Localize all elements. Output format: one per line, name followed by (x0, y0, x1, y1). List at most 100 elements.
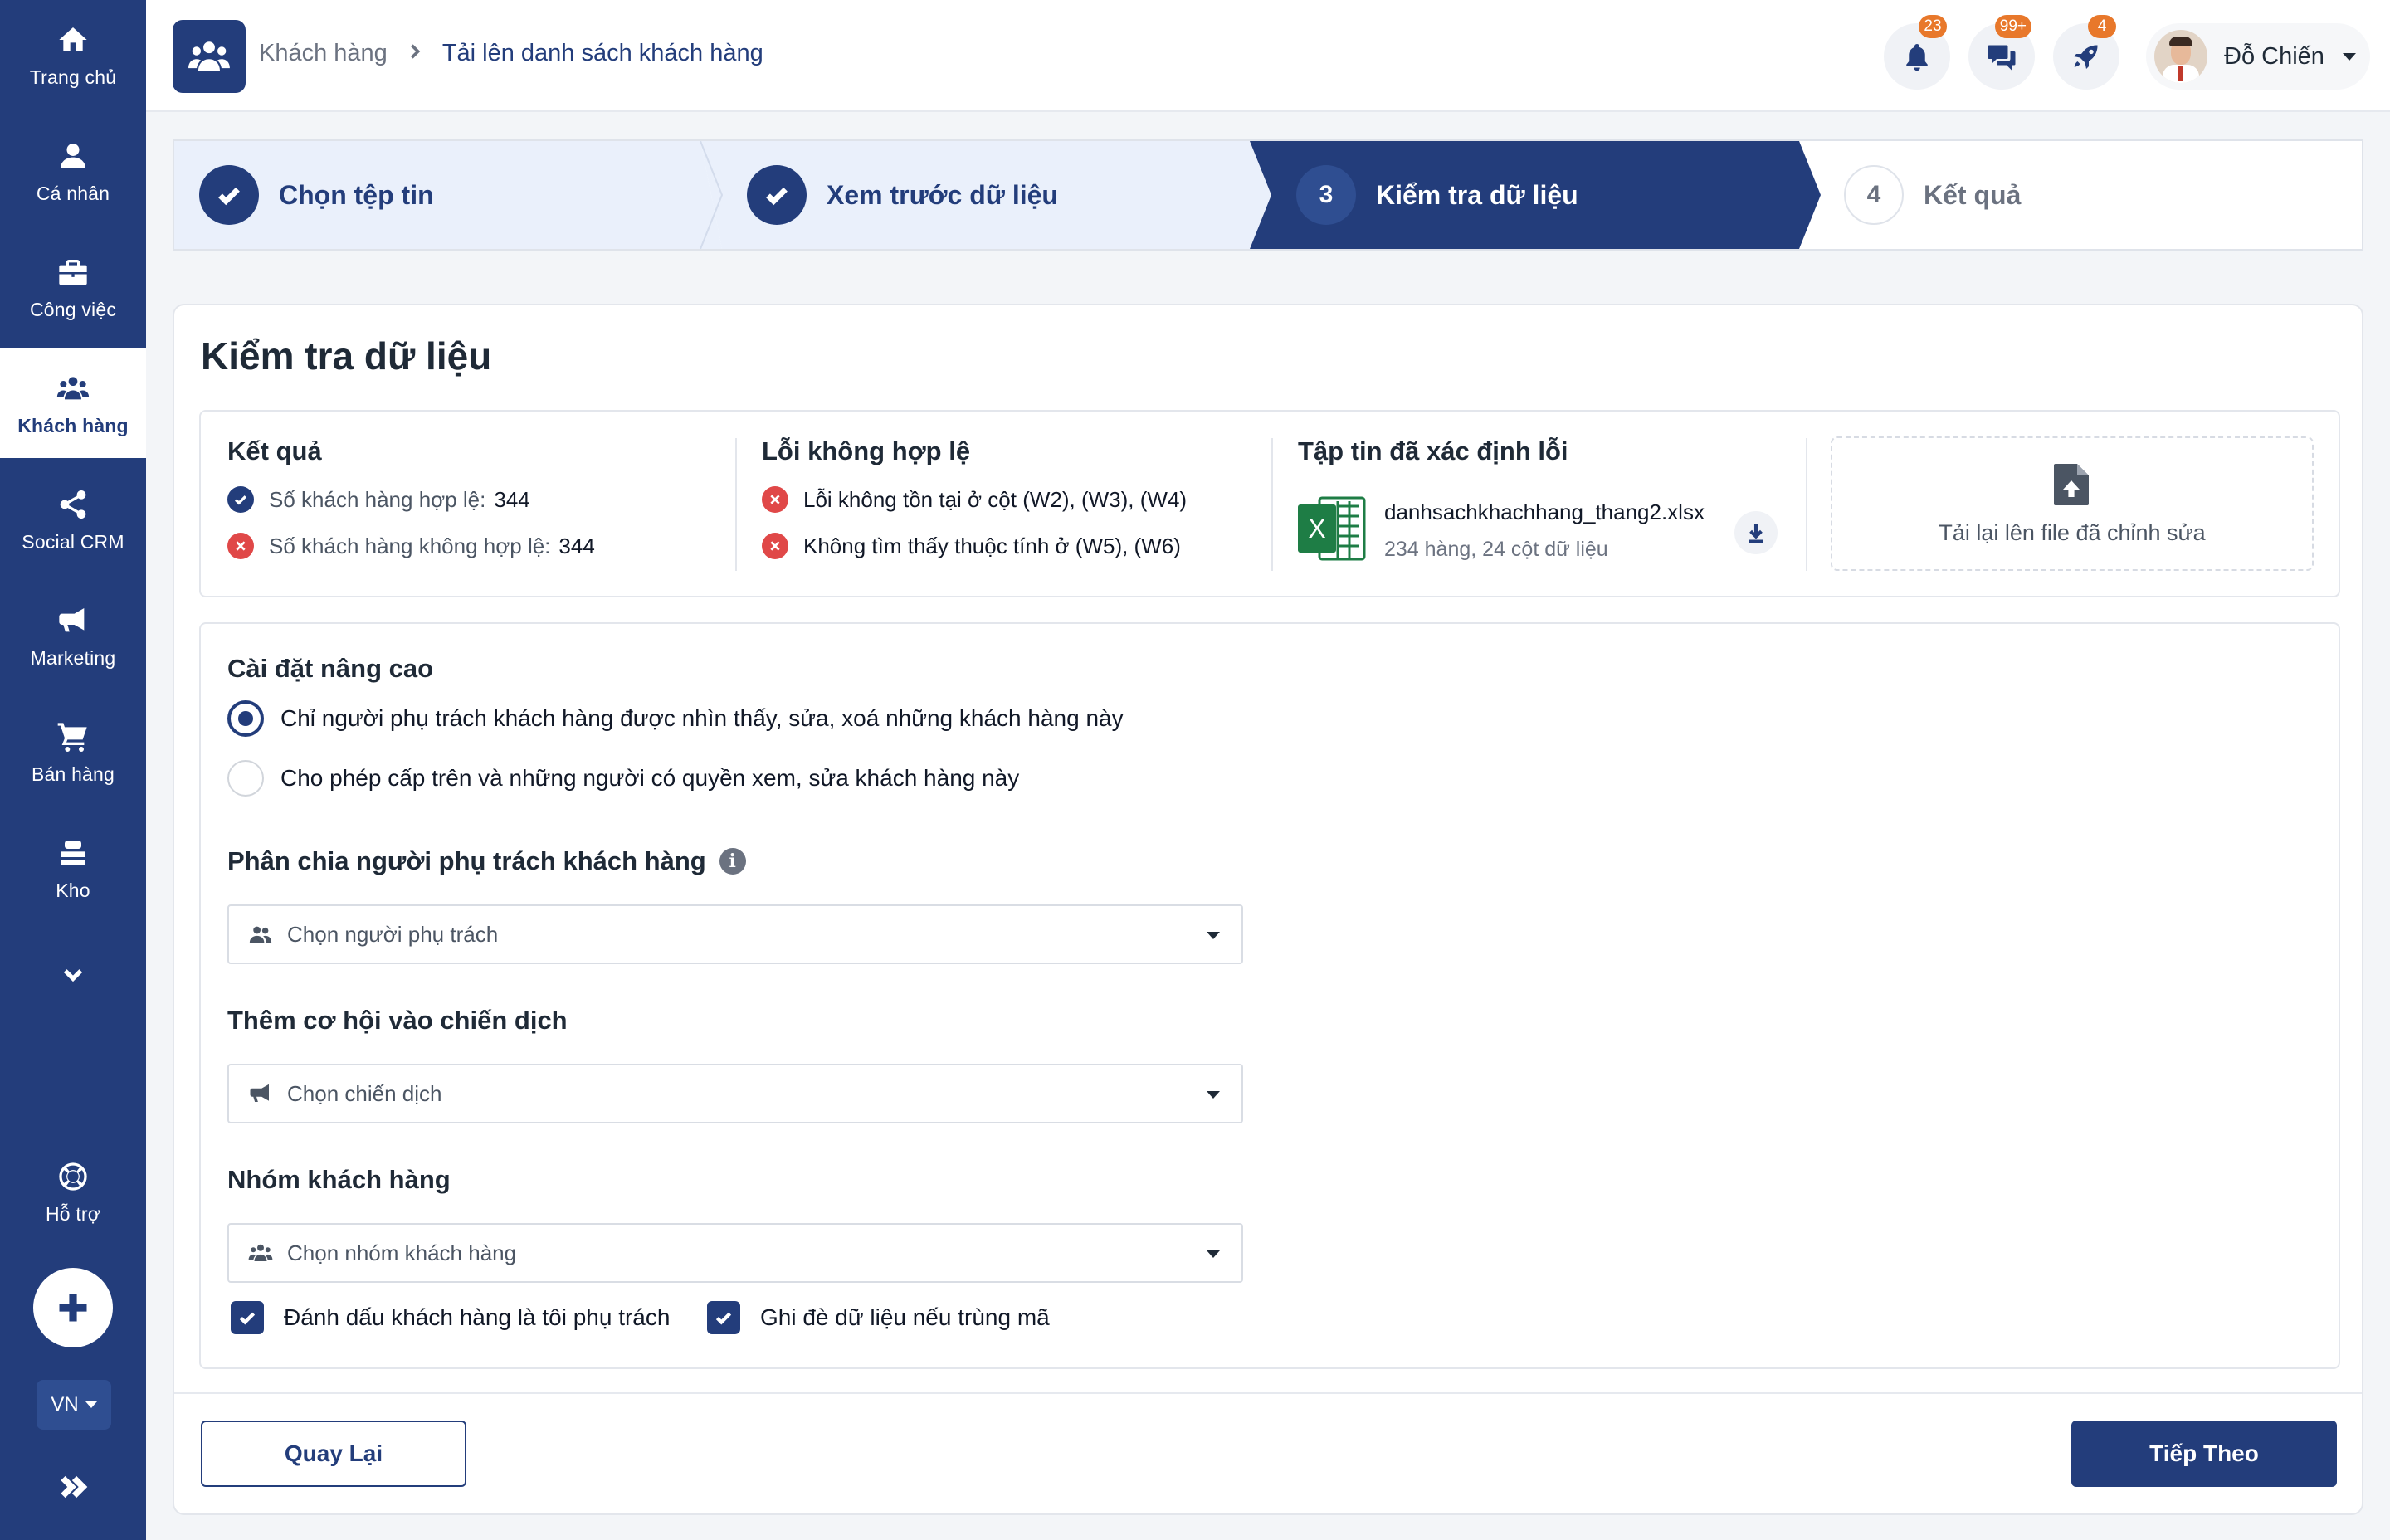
sidebar-item-support[interactable]: Hỗ trợ (0, 1137, 146, 1246)
invalid-label: Số khách hàng không hợp lệ: (269, 533, 551, 558)
download-error-file-button[interactable] (1734, 511, 1778, 554)
caret-down-icon (1207, 932, 1220, 939)
sidebar-item-home[interactable]: Trang chủ (0, 0, 146, 110)
activity-button[interactable]: 4 (2053, 15, 2119, 90)
sidebar: Trang chủ Cá nhân Công việc Khách hàng S… (0, 0, 146, 1540)
sidebar-item-label: Công việc (29, 298, 117, 320)
sidebar-item-customers[interactable]: Khách hàng (0, 348, 146, 458)
sidebar-item-label: Cá nhân (36, 182, 110, 204)
campaign-select[interactable]: Chọn chiến dịch (227, 1064, 1243, 1123)
check-icon (747, 165, 807, 225)
error-file-name[interactable]: danhsachkhachhang_thang2.xlsx (1384, 500, 1705, 525)
user-menu[interactable]: Đỗ Chiến (2146, 23, 2370, 90)
result-title: Kết quả (227, 436, 322, 465)
cart-icon (55, 719, 91, 755)
messages-button[interactable]: 99+ (1968, 15, 2035, 90)
divider (1806, 438, 1807, 571)
lifebuoy-icon (55, 1158, 91, 1195)
step-choose-file: Chọn tệp tin (199, 141, 434, 249)
step-preview-data: Xem trước dữ liệu (747, 141, 1058, 249)
caret-down-icon (85, 1401, 97, 1408)
excel-file-icon: X (1298, 496, 1366, 561)
user-icon (55, 138, 91, 174)
error-item: Lỗi không tồn tại ở cột (W2), (W3), (W4) (762, 486, 1187, 513)
mark-owner-checkbox-row[interactable]: Đánh dấu khách hàng là tôi phụ trách (231, 1301, 670, 1334)
bell-icon (1906, 44, 1928, 71)
users-icon (247, 921, 274, 948)
plus-icon (59, 1294, 87, 1322)
breadcrumb: Khách hàng Tải lên danh sách khách hàng (259, 40, 763, 67)
megaphone-icon (55, 602, 91, 639)
valid-label: Số khách hàng hợp lệ: (269, 486, 486, 512)
customers-icon (55, 370, 91, 407)
footer-divider (174, 1392, 2362, 1394)
next-button[interactable]: Tiếp Theo (2071, 1421, 2337, 1487)
customer-group-select[interactable]: Chọn nhóm khách hàng (227, 1223, 1243, 1283)
breadcrumb-current: Tải lên danh sách khách hàng (441, 40, 763, 66)
error-text: Lỗi không tồn tại ở cột (W2), (W3), (W4) (803, 486, 1188, 512)
divider (735, 438, 737, 571)
sidebar-item-warehouse[interactable]: Kho (0, 813, 146, 923)
step-label: Xem trước dữ liệu (827, 179, 1058, 210)
expand-sidebar-button[interactable] (55, 1469, 91, 1505)
option-label: Chỉ người phụ trách khách hàng được nhìn… (280, 705, 1124, 731)
error-item: Không tìm thấy thuộc tính ở (W5), (W6) (762, 533, 1187, 559)
share-icon (55, 486, 91, 523)
advanced-settings: Cài đặt nâng cao Chỉ người phụ trách khá… (199, 622, 2340, 1369)
overwrite-checkbox-row[interactable]: Ghi đè dữ liệu nếu trùng mã (707, 1301, 1050, 1334)
error-file-title: Tập tin đã xác định lỗi (1298, 436, 1568, 465)
double-chevron-right-icon (61, 1475, 88, 1499)
briefcase-icon (55, 254, 91, 290)
group-title: Nhóm khách hàng (227, 1165, 451, 1194)
error-text: Không tìm thấy thuộc tính ở (W5), (W6) (803, 533, 1181, 558)
activity-badge: 4 (2088, 15, 2116, 38)
reupload-dropzone[interactable]: Tải lại lên file đã chỉnh sửa (1831, 436, 2314, 571)
invalid-count: 344 (558, 533, 595, 558)
sidebar-item-label: Kho (56, 879, 90, 901)
sidebar-item-personal[interactable]: Cá nhân (0, 116, 146, 226)
option-label: Cho phép cấp trên và những người có quyề… (280, 765, 1020, 791)
sidebar-more-chevron[interactable] (51, 953, 95, 996)
sidebar-item-sales[interactable]: Bán hàng (0, 697, 146, 807)
validation-summary: Kết quả Số khách hàng hợp lệ: 344 Số khá… (199, 410, 2340, 597)
step-label: Kết quả (1924, 179, 2022, 210)
megaphone-icon (247, 1080, 274, 1107)
sidebar-item-marketing[interactable]: Marketing (0, 581, 146, 690)
visibility-option-owner-only[interactable]: Chỉ người phụ trách khách hàng được nhìn… (227, 700, 1124, 737)
error-file-section: Tập tin đã xác định lỗi X danhsachkhachh… (1298, 436, 1796, 578)
warehouse-icon (55, 835, 91, 871)
notifications-button[interactable]: 23 (1884, 15, 1950, 90)
sidebar-item-social-crm[interactable]: Social CRM (0, 465, 146, 574)
sidebar-item-work[interactable]: Công việc (0, 232, 146, 342)
radio-selected[interactable] (227, 700, 264, 737)
notifications-badge: 23 (1919, 15, 1947, 38)
radio-unselected[interactable] (227, 760, 264, 797)
campaign-placeholder: Chọn chiến dịch (287, 1080, 442, 1106)
overwrite-checkbox[interactable] (707, 1301, 740, 1334)
language-select[interactable]: VN (37, 1380, 111, 1430)
customers-icon (247, 1240, 274, 1266)
valid-count: 344 (494, 486, 530, 512)
stepper-background (174, 141, 1821, 249)
visibility-option-managers[interactable]: Cho phép cấp trên và những người có quyề… (227, 760, 1019, 797)
assignee-select[interactable]: Chọn người phụ trách (227, 904, 1243, 964)
advanced-title: Cài đặt nâng cao (227, 654, 434, 683)
group-placeholder: Chọn nhóm khách hàng (287, 1240, 517, 1265)
breadcrumb-parent-link[interactable]: Khách hàng (259, 40, 388, 67)
info-icon[interactable]: i (719, 848, 746, 875)
valid-count-row: Số khách hàng hợp lệ: 344 (227, 486, 595, 513)
mark-owner-checkbox[interactable] (231, 1301, 264, 1334)
error-circle-icon (227, 533, 254, 559)
add-button[interactable] (33, 1268, 113, 1348)
campaign-title: Thêm cơ hội vào chiến dịch (227, 1006, 568, 1035)
home-icon (55, 22, 91, 58)
back-button[interactable]: Quay Lại (201, 1421, 466, 1487)
reupload-label: Tải lại lên file đã chỉnh sửa (1939, 519, 2206, 545)
assignee-placeholder: Chọn người phụ trách (287, 921, 499, 947)
page-title: Kiểm tra dữ liệu (201, 334, 492, 378)
module-logo (173, 20, 246, 93)
mark-owner-label: Đánh dấu khách hàng là tôi phụ trách (284, 1304, 671, 1330)
chevron-down-icon (63, 969, 83, 982)
step-number: 3 (1296, 165, 1356, 225)
assign-title: Phân chia người phụ trách khách hàng i (227, 846, 746, 876)
